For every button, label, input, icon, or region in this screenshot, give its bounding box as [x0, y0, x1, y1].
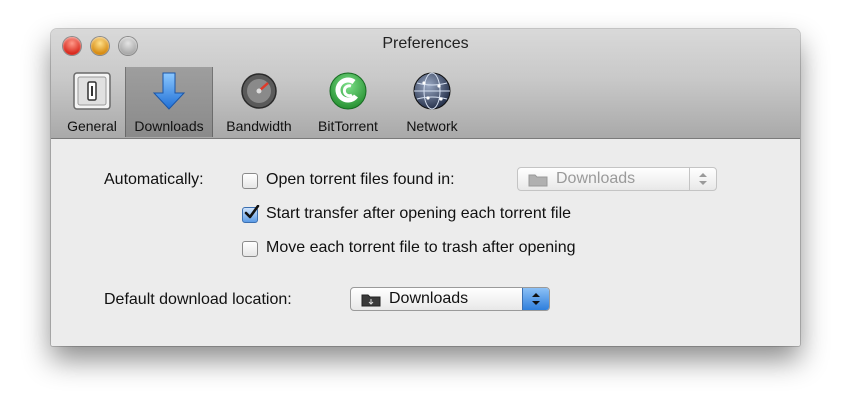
- open-torrent-checkbox[interactable]: [242, 173, 258, 189]
- tab-bandwidth-label: Bandwidth: [226, 118, 292, 134]
- general-switch-icon: [73, 72, 111, 110]
- watch-folder-popup[interactable]: Downloads: [517, 167, 717, 191]
- preferences-window: Preferences General Downloads Bandwidth …: [51, 29, 800, 346]
- open-torrent-label: Open torrent files found in:: [266, 171, 455, 188]
- checkmark-icon: [244, 205, 260, 219]
- downloads-folder-icon: [361, 294, 381, 307]
- automatically-label: Automatically:: [104, 171, 204, 188]
- gauge-icon: [241, 73, 277, 109]
- tab-bittorrent-label: BitTorrent: [318, 118, 378, 134]
- popup-arrows-icon: [522, 288, 549, 310]
- popup-arrows-icon: [689, 168, 716, 190]
- folder-icon: [528, 174, 548, 187]
- download-arrow-icon: [152, 72, 186, 110]
- tab-bittorrent[interactable]: BitTorrent: [305, 67, 391, 137]
- tab-bandwidth[interactable]: Bandwidth: [213, 67, 305, 137]
- tab-network[interactable]: Network: [391, 67, 473, 137]
- start-transfer-label: Start transfer after opening each torren…: [266, 205, 572, 222]
- default-location-value: Downloads: [389, 290, 469, 307]
- tab-network-label: Network: [406, 118, 458, 134]
- preferences-toolbar: General Downloads Bandwidth BitTorrent N…: [59, 67, 473, 137]
- window-title: Preferences: [382, 35, 469, 52]
- tab-downloads[interactable]: Downloads: [125, 67, 213, 137]
- downloads-pane: Automatically: Open torrent files found …: [51, 139, 800, 346]
- bittorrent-icon: [329, 72, 367, 110]
- title-bar: Preferences General Downloads Bandwidth …: [51, 29, 800, 139]
- tab-downloads-label: Downloads: [134, 118, 204, 134]
- default-location-popup[interactable]: Downloads: [350, 287, 550, 311]
- move-to-trash-label: Move each torrent file to trash after op…: [266, 239, 576, 256]
- globe-icon: [413, 72, 451, 110]
- watch-folder-value: Downloads: [556, 170, 636, 187]
- tab-general-label: General: [67, 118, 117, 134]
- tab-general[interactable]: General: [59, 67, 125, 137]
- move-to-trash-checkbox[interactable]: [242, 241, 258, 257]
- default-location-label: Default download location:: [104, 291, 292, 308]
- start-transfer-checkbox[interactable]: [242, 205, 260, 223]
